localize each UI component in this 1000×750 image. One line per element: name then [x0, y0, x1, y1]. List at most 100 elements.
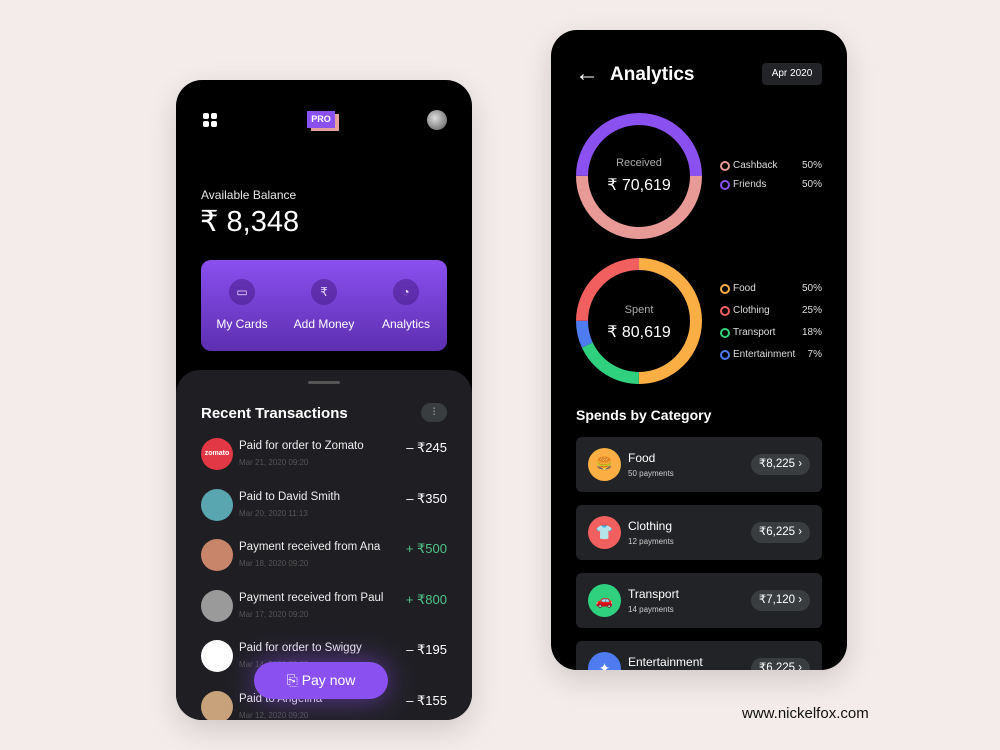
legend-transport: Transport 18%	[720, 327, 822, 341]
category-payments: 12 payments	[628, 537, 674, 546]
back-arrow-icon[interactable]: ←	[575, 62, 599, 86]
category-name: Clothing	[628, 519, 673, 533]
category-name: Entertainment	[628, 655, 703, 669]
legend-food: Food 50%	[720, 283, 822, 297]
my-cards-label: My Cards	[216, 317, 268, 331]
page-title: Analytics	[610, 64, 695, 85]
transaction-row[interactable]: Payment received from Paul Mar 17, 2020 …	[201, 589, 447, 630]
burger-icon: 🍔	[588, 448, 621, 481]
shirt-icon: 👕	[588, 516, 621, 549]
transaction-row[interactable]: zomato Paid for order to Zomato Mar 21, …	[201, 438, 447, 478]
transaction-amount: – ₹245	[406, 440, 447, 455]
category-payments: 14 payments	[628, 605, 674, 614]
legend-name: Entertainment	[733, 349, 796, 360]
chevron-right-icon: ›	[798, 662, 803, 670]
category-amount: ₹8,225	[758, 458, 796, 470]
transaction-avatar	[201, 488, 233, 521]
received-label: Received	[616, 157, 662, 169]
card-icon: ▭	[229, 279, 255, 305]
legend-percent: 25%	[801, 305, 822, 316]
car-icon: 🚗	[588, 584, 621, 617]
transaction-date: Mar 20, 2020 11:13	[239, 508, 308, 518]
spends-by-category-title: Spends by Category	[576, 407, 712, 423]
transaction-row[interactable]: Paid to David Smith Mar 20, 2020 11:13 –…	[201, 488, 447, 529]
category-amount-button[interactable]: ₹8,225 ›	[751, 454, 810, 475]
transaction-title: Paid to David Smith	[239, 490, 340, 503]
legend-name: Clothing	[733, 305, 770, 316]
recent-transactions-title: Recent Transactions	[201, 405, 348, 422]
spent-label: Spent	[624, 304, 654, 316]
legend-name: Transport	[733, 327, 776, 338]
category-amount-button[interactable]: ₹7,120 ›	[751, 590, 810, 611]
menu-grid-icon[interactable]	[203, 113, 217, 127]
category-name: Food	[628, 451, 656, 465]
received-donut: Received ₹ 70,619	[575, 112, 703, 240]
add-money-icon: ₹	[311, 279, 337, 305]
transaction-date: Mar 18, 2020 09:20	[239, 559, 309, 568]
add-money-label: Add Money	[293, 317, 355, 331]
analytics-button[interactable]: ◔ Analytics	[365, 260, 447, 351]
category-amount: ₹7,120	[758, 594, 796, 606]
category-card-clothing[interactable]: 👕 Clothing 12 payments ₹6,225 ›	[576, 505, 822, 560]
legend-percent: 18%	[801, 327, 822, 338]
transaction-avatar	[201, 589, 233, 622]
legend-marker-icon	[720, 284, 730, 294]
home-screen: PRO Available Balance ₹ 8,348 ▭ My Cards …	[176, 80, 472, 720]
received-amount: ₹ 70,619	[607, 177, 671, 194]
category-amount: ₹6,225	[758, 526, 796, 538]
legend-marker-icon	[720, 306, 730, 316]
spent-amount: ₹ 80,619	[607, 324, 671, 341]
month-selector[interactable]: Apr 2020	[762, 63, 822, 85]
zomato-logo: zomato	[204, 450, 230, 457]
chevron-right-icon: ›	[798, 594, 803, 606]
transaction-amount: + ₹500	[405, 541, 447, 556]
transaction-amount: – ₹155	[406, 692, 447, 708]
transaction-date: Mar 17, 2020 09:20	[239, 609, 309, 619]
legend-percent: 7%	[807, 349, 822, 360]
add-money-button[interactable]: ₹ Add Money	[283, 260, 365, 351]
transaction-avatar	[201, 690, 233, 720]
legend-cashback: Cashback 50%	[720, 160, 822, 174]
drag-handle[interactable]	[308, 381, 340, 384]
pie-chart-icon: ◔	[393, 279, 419, 305]
transaction-amount: – ₹195	[406, 642, 447, 657]
category-card-food[interactable]: 🍔 Food 50 payments ₹8,225 ›	[576, 437, 822, 492]
legend-marker-icon	[720, 180, 730, 190]
category-amount: ₹6,225	[758, 662, 796, 670]
legend-entertainment: Entertainment 7%	[720, 349, 822, 363]
transaction-avatar	[201, 640, 233, 672]
pay-now-label: Pay now	[301, 672, 356, 688]
legend-percent: 50%	[801, 179, 822, 190]
entertainment-icon: ✦	[588, 652, 621, 670]
transaction-title: Paid for order to Zomato	[239, 440, 364, 452]
filter-icon[interactable]: ⫶	[421, 403, 447, 422]
spent-donut-svg	[576, 258, 702, 384]
category-card-transport[interactable]: 🚗 Transport 14 payments ₹7,120 ›	[576, 573, 822, 628]
analytics-label: Analytics	[381, 317, 431, 331]
category-payments: 50 payments	[628, 469, 674, 478]
transaction-avatar: zomato	[201, 438, 233, 470]
balance-amount: ₹ 8,348	[200, 206, 300, 238]
legend-percent: 50%	[801, 283, 822, 294]
my-cards-button[interactable]: ▭ My Cards	[201, 260, 283, 351]
legend-friends: Friends 50%	[720, 179, 822, 193]
transaction-row[interactable]: Payment received from Ana Mar 18, 2020 0…	[201, 539, 447, 579]
transaction-title: Payment received from Paul	[239, 591, 384, 604]
transaction-amount: + ₹800	[405, 591, 447, 607]
legend-marker-icon	[720, 161, 730, 171]
balance-label: Available Balance	[201, 188, 297, 202]
category-amount-button[interactable]: ₹6,225 ›	[751, 522, 810, 543]
transaction-date: Mar 12, 2020 09:20	[239, 710, 309, 720]
legend-marker-icon	[720, 350, 730, 360]
pay-now-button[interactable]: ⎘ Pay now	[254, 662, 388, 699]
legend-clothing: Clothing 25%	[720, 305, 822, 319]
legend-name: Food	[733, 283, 756, 294]
legend-name: Friends	[733, 179, 767, 190]
pro-badge[interactable]: PRO	[307, 111, 335, 128]
category-card-entertainment[interactable]: ✦ Entertainment ₹6,225 ›	[576, 641, 822, 670]
legend-percent: 50%	[801, 160, 822, 171]
chevron-right-icon: ›	[798, 526, 803, 538]
profile-avatar[interactable]	[427, 110, 447, 130]
quick-actions: ▭ My Cards ₹ Add Money ◔ Analytics	[201, 260, 447, 351]
category-amount-button[interactable]: ₹6,225 ›	[751, 658, 810, 670]
